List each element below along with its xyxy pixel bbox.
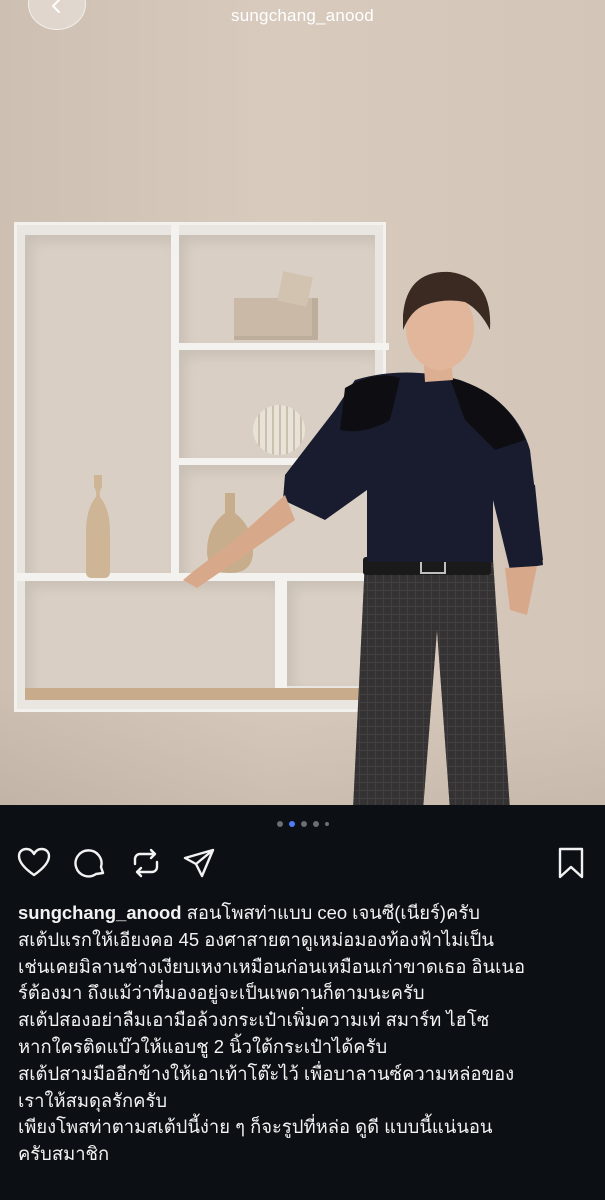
carousel-dot	[276, 821, 283, 827]
carousel-dot-active	[288, 821, 295, 827]
caption-line: หากใครติดแบ๊วให้แอบชู 2 นิ้วใต้กระเป๋าได…	[18, 1035, 388, 1057]
comment-button[interactable]	[73, 846, 107, 880]
send-icon	[183, 848, 215, 878]
heart-icon	[17, 847, 51, 877]
repost-icon	[133, 848, 159, 878]
like-button[interactable]	[17, 846, 51, 880]
caption-line: สเต้ปสามมืออีกข้างให้เอาเท้าโต๊ะไว้ เพื่…	[18, 1062, 515, 1084]
tall-vase	[83, 475, 113, 578]
share-button[interactable]	[182, 846, 216, 880]
post-photo[interactable]: sungchang_anood	[0, 0, 605, 805]
header-username[interactable]: sungchang_anood	[0, 6, 605, 26]
caption-username[interactable]: sungchang_anood	[18, 902, 181, 923]
caption-line: ร์ต้องมา ถึงแม้ว่าที่มองอยู่จะเป็นเพดานก…	[18, 982, 425, 1004]
caption-line: sungchang_anood สอนโพสท่าแบบ ceo เจนซี(เ…	[18, 902, 480, 923]
post-caption: sungchang_anood สอนโพสท่าแบบ ceo เจนซี(เ…	[18, 900, 591, 1168]
repost-button[interactable]	[129, 846, 163, 880]
caption-line: เช่นเคยมิลานช่างเงียบเหงาเหมือนก่อนเหมือ…	[18, 955, 526, 977]
caption-line: สเต้ปสองอย่าลืมเอามือล้วงกระเป๋าเพิ่มควา…	[18, 1009, 490, 1031]
comment-icon	[74, 849, 105, 878]
bookmark-icon	[558, 847, 584, 879]
save-button[interactable]	[554, 846, 588, 880]
caption-line: เราให้สมดุลรักครับ	[18, 1089, 168, 1111]
post-action-bar	[17, 846, 588, 882]
person-figure	[175, 270, 550, 805]
carousel-indicator	[0, 821, 605, 827]
caption-line: เพียงโพสท่าตามสเต้ปนี้ง่าย ๆ ก็จะรูปที่ห…	[18, 1116, 493, 1138]
carousel-dot	[324, 822, 329, 826]
carousel-dot	[300, 821, 307, 827]
caption-line: ครับสมาชิก	[18, 1143, 110, 1165]
carousel-dot	[312, 821, 319, 827]
caption-line: สเต้ปแรกให้เอียงคอ 45 องศาสายตาดูเหม่อมอ…	[18, 928, 494, 950]
